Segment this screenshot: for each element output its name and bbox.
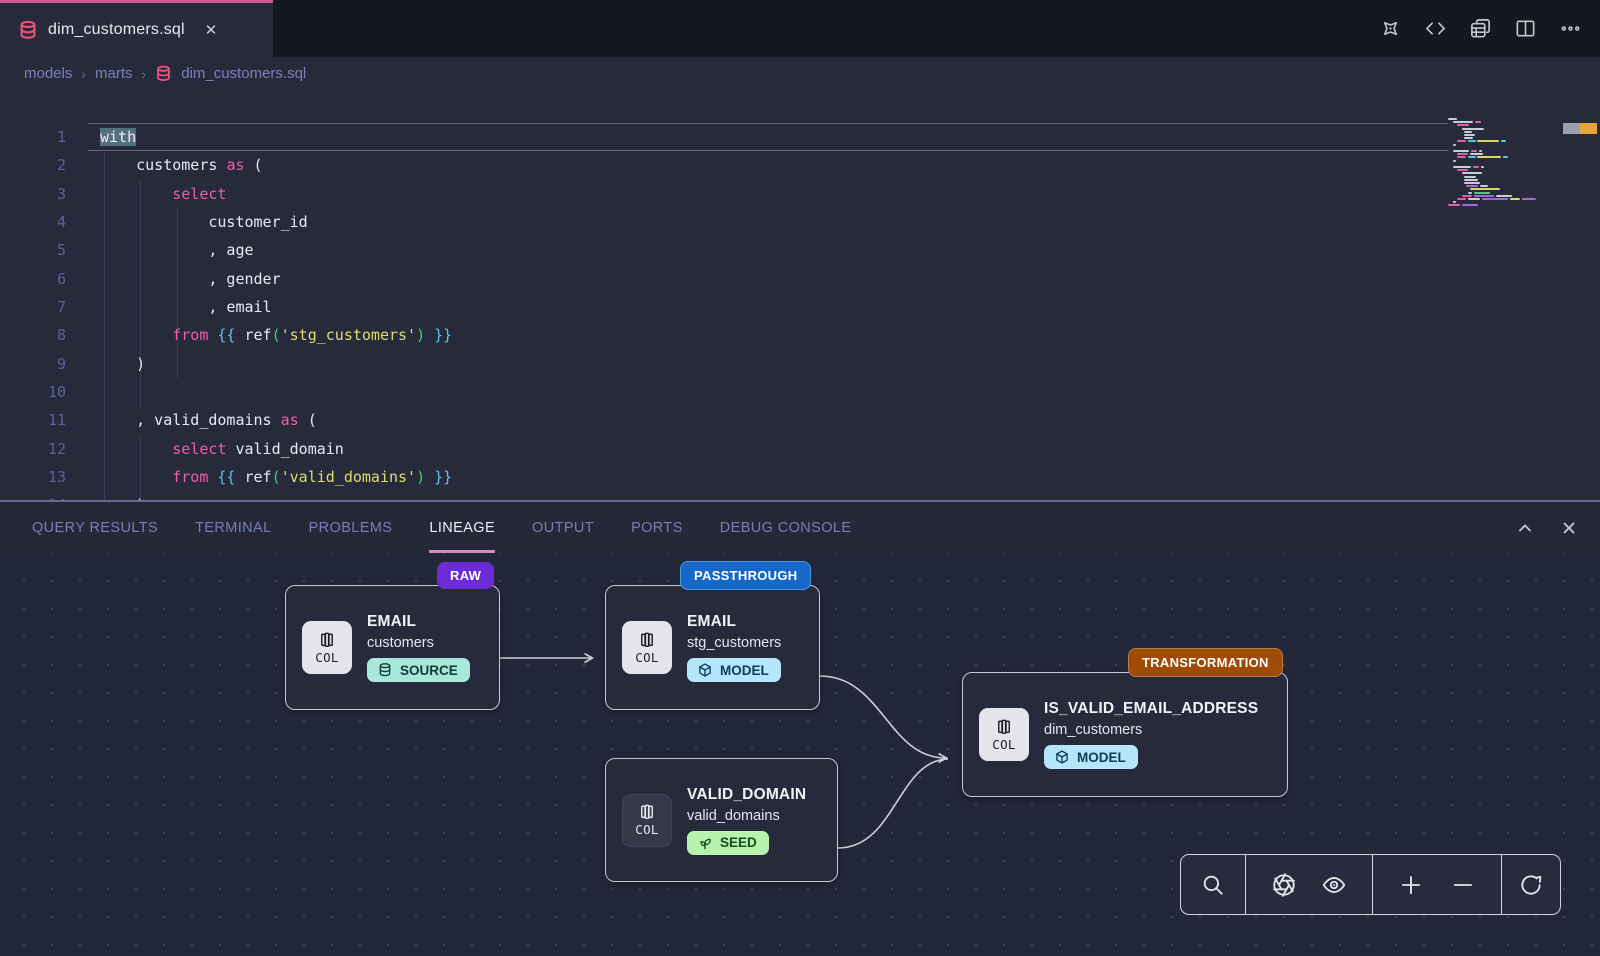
tab-terminal[interactable]: TERMINAL — [195, 502, 272, 553]
chip-label: COL — [992, 737, 1015, 752]
more-icon[interactable] — [1559, 17, 1582, 40]
eye-icon[interactable] — [1321, 872, 1347, 898]
seedling-icon — [697, 835, 713, 851]
aperture-icon[interactable] — [1271, 872, 1297, 898]
code-lines[interactable]: with customers as ( select customer_id ,… — [100, 123, 452, 500]
lineage-node-stg-customers[interactable]: COL EMAIL stg_customers MODEL — [605, 585, 820, 710]
bottom-panel: QUERY RESULTS TERMINAL PROBLEMS LINEAGE … — [0, 500, 1600, 956]
model-name: valid_domains — [687, 808, 806, 824]
breadcrumb-separator: › — [81, 66, 86, 82]
columns-icon — [638, 631, 656, 649]
close-icon[interactable] — [1560, 519, 1578, 537]
column-chip: COL — [622, 794, 672, 847]
lineage-node-dim-customers[interactable]: COL IS_VALID_EMAIL_ADDRESS dim_customers… — [962, 672, 1288, 797]
tab-output[interactable]: OUTPUT — [532, 502, 594, 553]
tag-raw: RAW — [437, 562, 494, 589]
lineage-toolbar — [1180, 854, 1561, 915]
cube-icon — [1054, 749, 1070, 765]
model-name: dim_customers — [1044, 722, 1258, 738]
code-editor: models › marts › dim_customers.sql 12345… — [0, 57, 1600, 500]
split-editor-icon[interactable] — [1514, 17, 1537, 40]
model-name: customers — [367, 635, 470, 651]
tag-transformation: TRANSFORMATION — [1128, 648, 1283, 677]
model-name: stg_customers — [687, 635, 781, 651]
tab-query-results[interactable]: QUERY RESULTS — [32, 502, 158, 553]
resource-badge-seed[interactable]: SEED — [687, 831, 769, 855]
search-icon[interactable] — [1200, 872, 1226, 898]
column-chip: COL — [302, 621, 352, 674]
editor-tab-bar: dim_customers.sql ✕ — [0, 0, 1600, 57]
lineage-node-customers[interactable]: COL EMAIL customers SOURCE — [285, 585, 500, 710]
columns-icon — [638, 803, 656, 821]
line-numbers: 123456789101112131415 — [0, 123, 66, 500]
tab-dim-customers[interactable]: dim_customers.sql ✕ — [0, 0, 273, 57]
database-icon — [18, 20, 38, 40]
column-name: EMAIL — [367, 613, 470, 631]
copy-table-icon[interactable] — [1469, 17, 1492, 40]
overview-ruler-cursor-mark — [1580, 123, 1597, 134]
resource-badge-model[interactable]: MODEL — [1044, 745, 1138, 769]
tag-passthrough: PASSTHROUGH — [680, 561, 811, 590]
cube-icon — [697, 662, 713, 678]
minus-icon[interactable] — [1450, 872, 1476, 898]
minimap[interactable] — [1448, 118, 1540, 210]
database-icon — [155, 65, 172, 82]
chip-label: COL — [635, 650, 658, 665]
breadcrumb-models[interactable]: models — [24, 65, 72, 82]
editor-actions — [1379, 0, 1582, 57]
breadcrumb-marts[interactable]: marts — [95, 65, 133, 82]
breadcrumb-file[interactable]: dim_customers.sql — [181, 65, 306, 82]
resource-badge-model[interactable]: MODEL — [687, 658, 781, 682]
tab-close-icon[interactable]: ✕ — [205, 23, 218, 38]
code-icon[interactable] — [1424, 17, 1447, 40]
breadcrumb-separator: › — [142, 66, 147, 82]
code-region[interactable]: 123456789101112131415 with customers as … — [0, 90, 1600, 500]
columns-icon — [995, 718, 1013, 736]
column-chip: COL — [622, 621, 672, 674]
tab-lineage[interactable]: LINEAGE — [429, 502, 495, 553]
tab-title: dim_customers.sql — [48, 21, 185, 39]
panel-tab-bar: QUERY RESULTS TERMINAL PROBLEMS LINEAGE … — [0, 502, 1600, 553]
column-chip: COL — [979, 708, 1029, 761]
lineage-node-valid-domains[interactable]: COL VALID_DOMAIN valid_domains SEED — [605, 758, 838, 882]
chip-label: COL — [635, 822, 658, 837]
breadcrumb: models › marts › dim_customers.sql — [0, 57, 1600, 90]
ide-window: dim_customers.sql ✕ — [0, 0, 1600, 956]
overview-ruler-mark — [1563, 123, 1580, 134]
column-name: IS_VALID_EMAIL_ADDRESS — [1044, 700, 1258, 718]
lineage-canvas[interactable]: RAW PASSTHROUGH TRANSFORMATION COL EMAIL… — [0, 553, 1600, 956]
chevron-up-icon[interactable] — [1516, 519, 1534, 537]
chip-label: COL — [315, 650, 338, 665]
database-icon — [377, 662, 393, 678]
column-name: VALID_DOMAIN — [687, 786, 806, 804]
tab-debug-console[interactable]: DEBUG CONSOLE — [720, 502, 852, 553]
sparkle-icon[interactable] — [1379, 17, 1402, 40]
plus-icon[interactable] — [1398, 872, 1424, 898]
tab-problems[interactable]: PROBLEMS — [309, 502, 393, 553]
resource-badge-source[interactable]: SOURCE — [367, 658, 470, 682]
column-name: EMAIL — [687, 613, 781, 631]
tab-ports[interactable]: PORTS — [631, 502, 683, 553]
columns-icon — [318, 631, 336, 649]
refresh-icon[interactable] — [1518, 872, 1544, 898]
